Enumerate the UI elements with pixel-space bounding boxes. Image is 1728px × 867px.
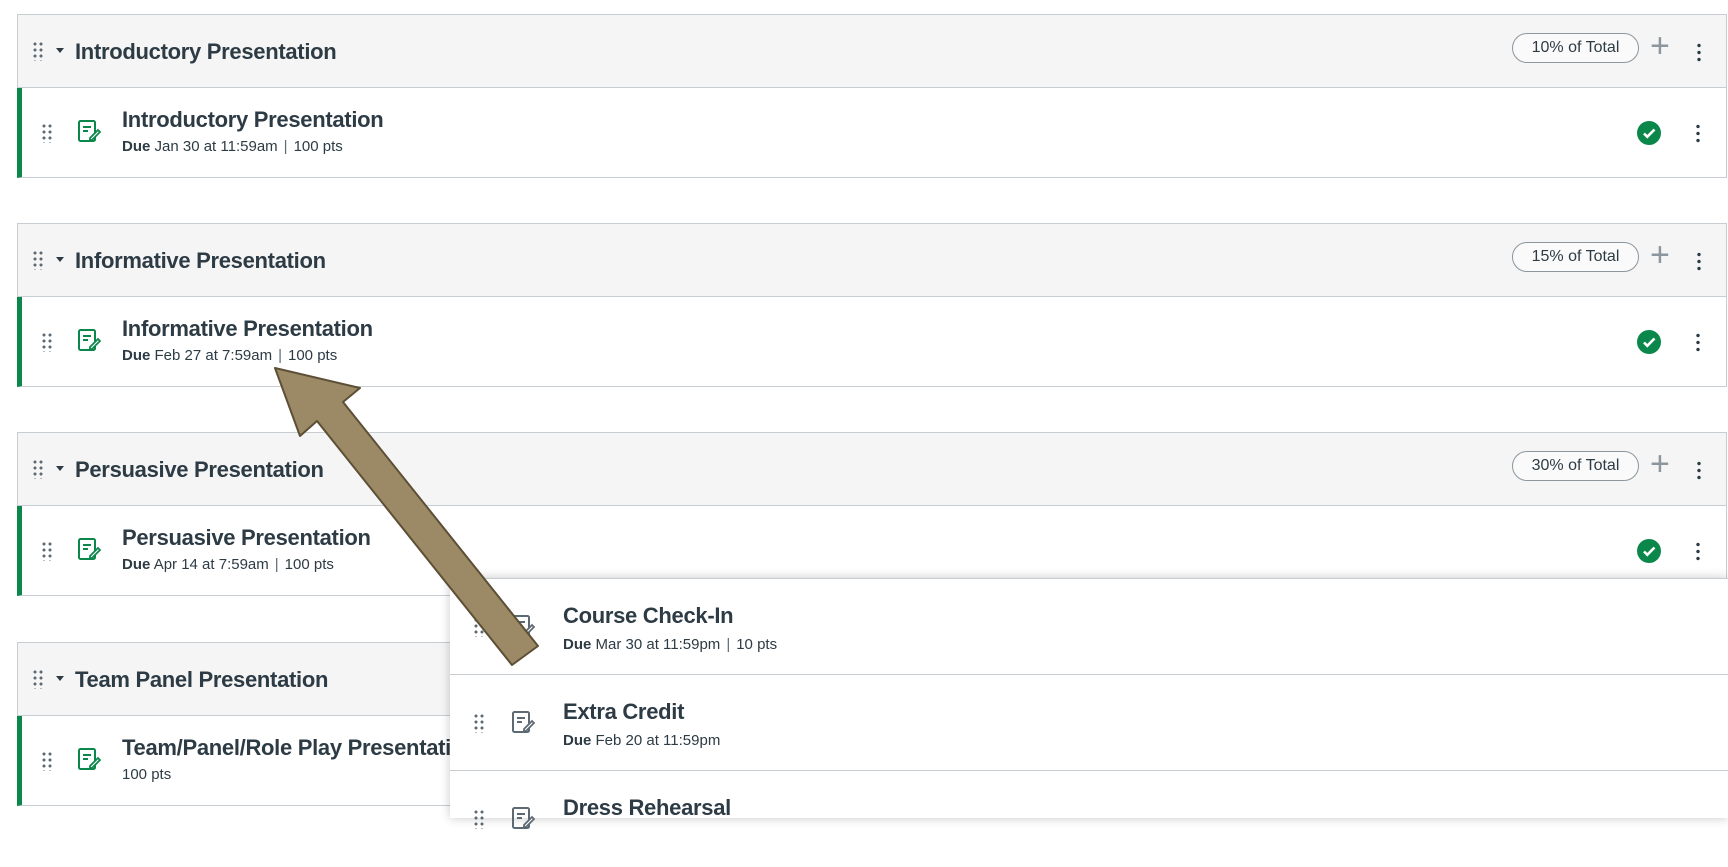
- meta-separator: |: [274, 556, 279, 573]
- assignment-group-persuasive: Persuasive Presentation 30% of Total + P…: [17, 432, 1727, 596]
- assignment-meta: Due Feb 27 at 7:59am | 100 pts: [122, 347, 337, 364]
- assignment-title-link[interactable]: Introductory Presentation: [122, 107, 384, 133]
- assignment-icon: [78, 120, 101, 142]
- points: 100 pts: [122, 766, 172, 783]
- due-date: Mar 30 at 11:59pm: [595, 636, 721, 653]
- caret-down-icon[interactable]: [56, 466, 64, 471]
- drag-handle-icon[interactable]: [41, 751, 53, 771]
- assignment-icon: [512, 615, 535, 637]
- points: 100 pts: [293, 138, 343, 155]
- assignment-row[interactable]: Course Check-In Due Mar 30 at 11:59pm | 10…: [450, 579, 1728, 675]
- points: 10 pts: [736, 636, 778, 653]
- assignment-group-title[interactable]: Team Panel Presentation: [75, 667, 328, 693]
- plus-icon[interactable]: +: [1650, 238, 1670, 272]
- published-check-icon[interactable]: [1637, 539, 1661, 563]
- drag-handle-icon[interactable]: [41, 541, 53, 561]
- due-date: Feb 20 at 11:59pm: [595, 732, 721, 749]
- assignment-meta: Due Mar 30 at 11:59pm | 10 pts: [563, 636, 777, 653]
- meta-separator: |: [278, 347, 282, 364]
- assignment-meta: Due Apr 14 at 7:59am | 100 pts: [122, 556, 334, 573]
- group-weight-badge: 30% of Total: [1512, 451, 1639, 481]
- caret-down-icon[interactable]: [56, 48, 64, 53]
- due-date: Apr 14 at 7:59am: [153, 556, 269, 573]
- assignment-icon: [78, 748, 101, 770]
- group-weight-badge: 15% of Total: [1512, 242, 1639, 272]
- assignment-group-header[interactable]: Introductory Presentation 10% of Total +: [17, 14, 1727, 88]
- drag-handle-icon[interactable]: [473, 809, 485, 829]
- points: 100 pts: [288, 347, 338, 364]
- assignment-row[interactable]: Dress Rehearsal: [450, 771, 1728, 867]
- kebab-menu-icon[interactable]: [1697, 42, 1701, 62]
- meta-separator: |: [726, 636, 731, 653]
- drag-handle-icon[interactable]: [32, 41, 44, 61]
- due-label: Due: [122, 347, 151, 364]
- due-date: Jan 30 at 11:59am: [154, 138, 278, 155]
- assignment-row[interactable]: Introductory Presentation Due Jan 30 at …: [17, 88, 1727, 178]
- assignment-group-header[interactable]: Informative Presentation 15% of Total +: [17, 223, 1727, 297]
- due-date: Feb 27 at 7:59am: [154, 347, 273, 364]
- drag-handle-icon[interactable]: [32, 250, 44, 270]
- drag-handle-icon[interactable]: [41, 123, 53, 143]
- assignment-group-title[interactable]: Informative Presentation: [75, 248, 326, 274]
- drag-handle-icon[interactable]: [32, 459, 44, 479]
- assignment-group-informative: Informative Presentation 15% of Total + …: [17, 223, 1727, 387]
- kebab-menu-icon[interactable]: [1696, 123, 1700, 143]
- assignment-icon: [512, 807, 535, 829]
- assignment-group-header[interactable]: Persuasive Presentation 30% of Total +: [17, 432, 1727, 506]
- published-check-icon[interactable]: [1637, 121, 1661, 145]
- assignment-meta: Due Jan 30 at 11:59am | 100 pts: [122, 138, 343, 155]
- due-label: Due: [122, 138, 151, 155]
- meta-separator: |: [283, 138, 288, 155]
- kebab-menu-icon[interactable]: [1696, 541, 1700, 561]
- points: 100 pts: [284, 556, 334, 573]
- assignment-title-link[interactable]: Persuasive Presentation: [122, 525, 371, 551]
- group-weight-badge: 10% of Total: [1512, 33, 1639, 63]
- due-label: Due: [122, 556, 151, 573]
- assignment-icon: [78, 538, 101, 560]
- published-check-icon[interactable]: [1637, 330, 1661, 354]
- caret-down-icon[interactable]: [56, 257, 64, 262]
- drag-handle-icon[interactable]: [32, 669, 44, 689]
- kebab-menu-icon[interactable]: [1696, 332, 1700, 352]
- assignment-icon: [78, 329, 101, 351]
- assignment-icon: [512, 711, 535, 733]
- drag-handle-icon[interactable]: [473, 713, 485, 733]
- assignment-group-title[interactable]: Persuasive Presentation: [75, 457, 324, 483]
- assignment-row[interactable]: Informative Presentation Due Feb 27 at 7…: [17, 297, 1727, 387]
- assignment-title-link[interactable]: Dress Rehearsal: [563, 795, 731, 821]
- assignment-row[interactable]: Extra Credit Due Feb 20 at 11:59pm: [450, 675, 1728, 771]
- due-label: Due: [563, 636, 592, 653]
- due-label: Due: [563, 732, 592, 749]
- assignment-meta: 100 pts: [122, 766, 171, 783]
- assignment-title-link[interactable]: Team/Panel/Role Play Presentation: [122, 735, 478, 761]
- plus-icon[interactable]: +: [1650, 29, 1670, 63]
- assignment-group-introductory: Introductory Presentation 10% of Total +…: [17, 14, 1727, 178]
- caret-down-icon[interactable]: [56, 676, 64, 681]
- assignment-title-link[interactable]: Extra Credit: [563, 699, 684, 725]
- kebab-menu-icon[interactable]: [1697, 251, 1701, 271]
- assignment-group-title[interactable]: Introductory Presentation: [75, 39, 337, 65]
- assignment-title-link[interactable]: Course Check-In: [563, 603, 734, 629]
- plus-icon[interactable]: +: [1650, 447, 1670, 481]
- drag-handle-icon[interactable]: [41, 332, 53, 352]
- dragged-assignments-panel: Course Check-In Due Mar 30 at 11:59pm | 10…: [450, 578, 1728, 829]
- drag-handle-icon[interactable]: [473, 617, 485, 637]
- kebab-menu-icon[interactable]: [1697, 460, 1701, 480]
- assignment-title-link[interactable]: Informative Presentation: [122, 316, 373, 342]
- assignment-meta: Due Feb 20 at 11:59pm: [563, 732, 720, 749]
